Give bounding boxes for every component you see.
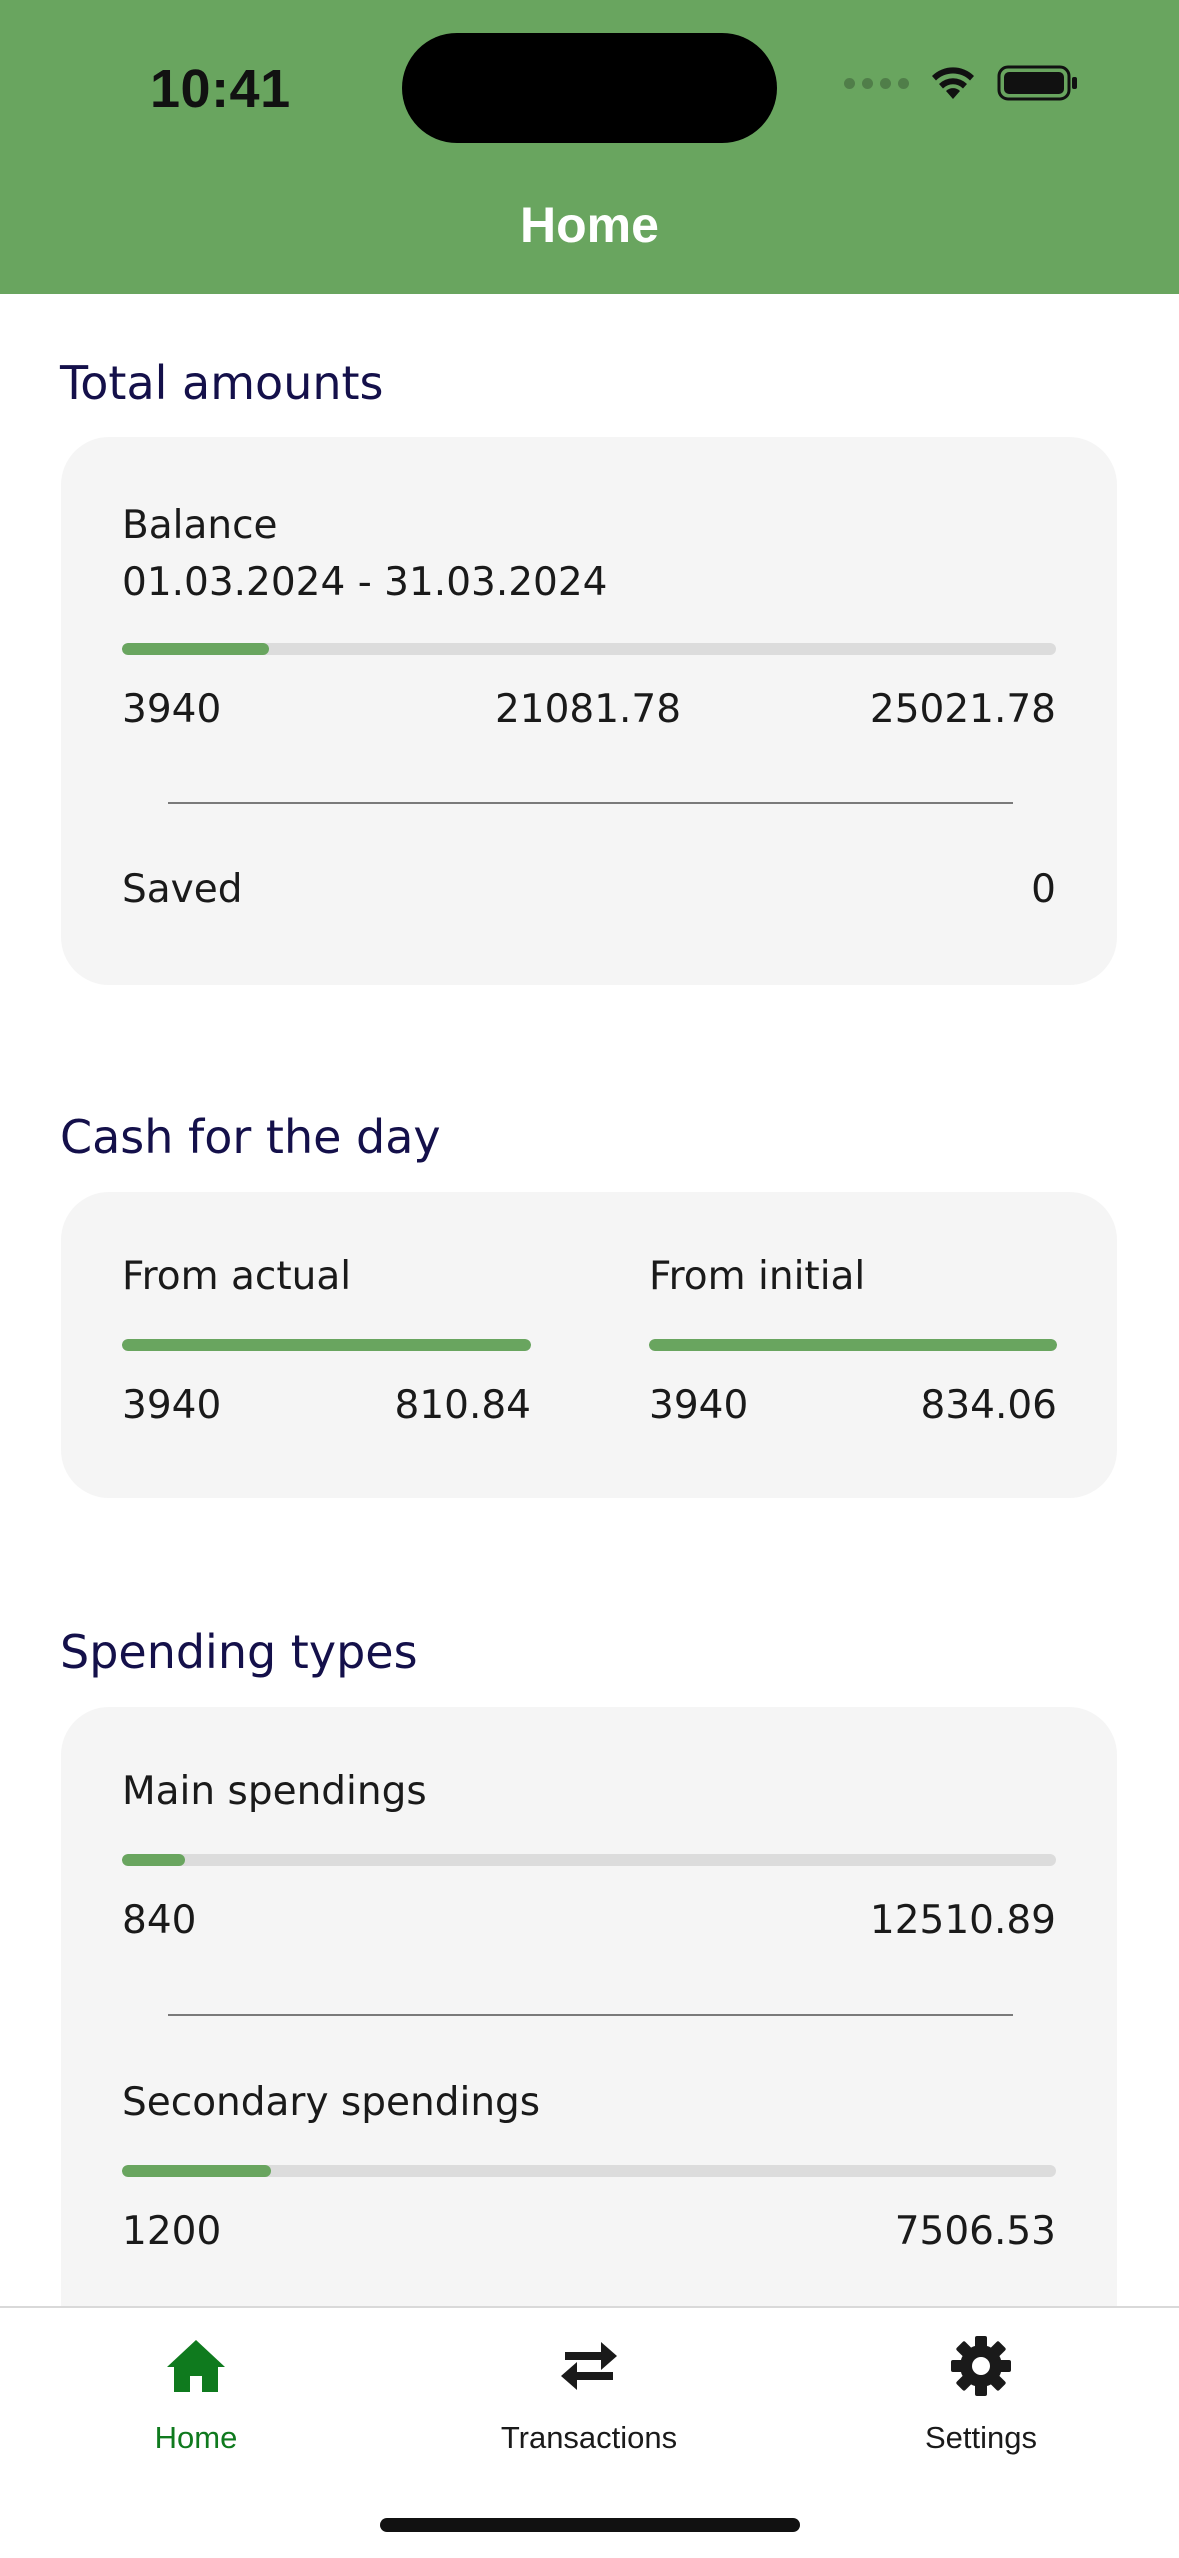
gear-icon [951, 2336, 1011, 2396]
tab-settings-label: Settings [924, 2420, 1037, 2455]
status-indicators [844, 64, 1079, 102]
from-actual-spent: 3940 [122, 1383, 222, 1428]
main-spendings-total: 12510.89 [869, 1898, 1056, 1943]
cash-for-day-heading: Cash for the day [60, 1110, 441, 1164]
main-spendings-progress-fill [122, 1854, 185, 1866]
home-icon [167, 2340, 225, 2392]
secondary-spendings-progress-bar [122, 2165, 1056, 2177]
cellular-signal-icon [844, 77, 909, 89]
from-initial-value: 834.06 [920, 1383, 1057, 1428]
secondary-spendings-total: 7506.53 [894, 2209, 1056, 2254]
secondary-spendings-label: Secondary spendings [122, 2080, 541, 2125]
main-spendings-label: Main spendings [122, 1769, 427, 1814]
card-divider [168, 802, 1013, 804]
balance-spent: 3940 [122, 687, 222, 732]
tab-transactions-label: Transactions [500, 2420, 678, 2455]
swap-arrows-icon [561, 2342, 617, 2390]
saved-value: 0 [1031, 867, 1056, 912]
from-actual-value: 810.84 [394, 1383, 531, 1428]
spending-types-heading: Spending types [60, 1625, 418, 1679]
cash-for-day-card: From actual 3940 810.84 From initial 394… [61, 1192, 1117, 1498]
wifi-icon [932, 67, 974, 99]
balance-label: Balance [122, 503, 278, 548]
from-initial-label: From initial [649, 1254, 866, 1299]
from-initial-spent: 3940 [649, 1383, 749, 1428]
tab-home[interactable]: Home [46, 2308, 346, 2468]
total-amounts-card: Balance 01.03.2024 - 31.03.2024 3940 210… [61, 437, 1117, 985]
secondary-spendings-progress-fill [122, 2165, 272, 2177]
tab-home-label: Home [154, 2420, 238, 2455]
status-time: 10:41 [150, 59, 291, 119]
total-amounts-heading: Total amounts [60, 356, 384, 410]
spending-types-card: Main spendings 840 12510.89 Secondary sp… [61, 1707, 1117, 2407]
balance-progress-bar [122, 643, 1056, 655]
main-spendings-progress-bar [122, 1854, 1056, 1866]
from-actual-progress-bar [122, 1339, 531, 1351]
battery-icon [997, 65, 1077, 101]
dynamic-island [402, 33, 777, 143]
secondary-spendings-spent: 1200 [122, 2209, 222, 2254]
balance-remaining: 21081.78 [494, 687, 682, 732]
from-actual-label: From actual [122, 1254, 352, 1299]
app-header: 10:41 Home [0, 0, 1179, 294]
saved-label: Saved [122, 867, 243, 912]
tab-settings[interactable]: Settings [831, 2308, 1131, 2468]
page-title: Home [520, 197, 659, 253]
from-initial-progress-bar [649, 1339, 1057, 1351]
card-divider [168, 2014, 1013, 2016]
from-initial-progress-fill [649, 1339, 1057, 1351]
balance-total: 25021.78 [869, 687, 1056, 732]
balance-progress-fill [122, 643, 269, 655]
tab-transactions[interactable]: Transactions [439, 2308, 739, 2468]
main-spendings-spent: 840 [122, 1898, 197, 1943]
home-indicator[interactable] [380, 2518, 800, 2532]
balance-period: 01.03.2024 - 31.03.2024 [122, 560, 608, 605]
from-actual-progress-fill [122, 1339, 531, 1351]
